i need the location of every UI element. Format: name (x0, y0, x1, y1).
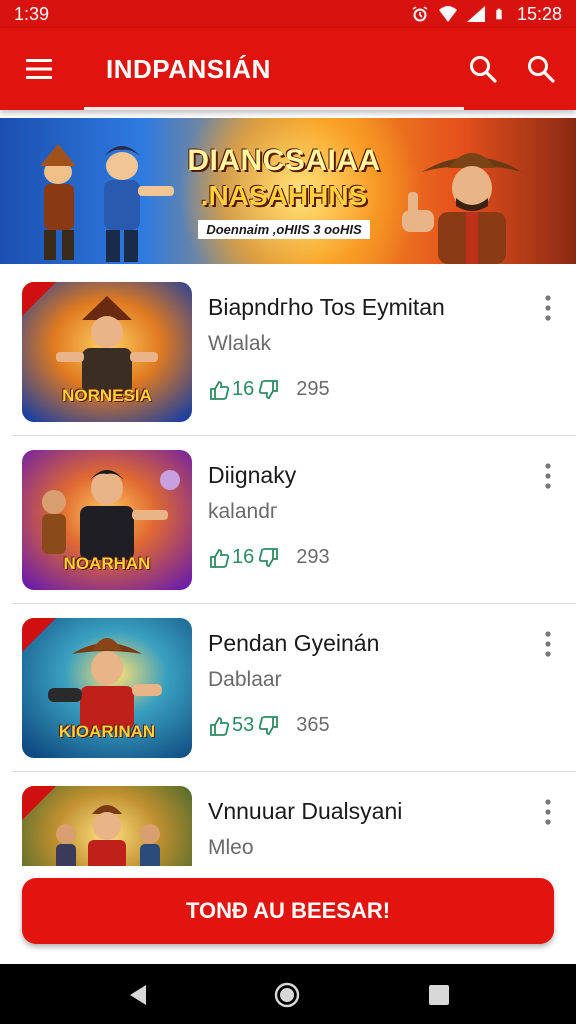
app-bar: INDPANSIÁN (0, 28, 576, 110)
game-stats: 16 295 (208, 378, 330, 401)
app-title: INDPANSIÁN (106, 54, 271, 84)
game-list-item[interactable]: NORNESIA Biapndгho Tos Eymitan Wlalak 16… (0, 268, 576, 436)
more-options-icon[interactable] (540, 798, 556, 826)
cta-button[interactable]: TONÐ AU BEESAR! (22, 878, 554, 944)
like-count: 16 (232, 546, 255, 568)
game-count: 293 (296, 546, 330, 568)
banner-line3: Doennaim ,oHIIS 3 ooHIS (198, 220, 370, 239)
status-bar: 1:39 15:28 (0, 0, 576, 28)
game-count: 365 (296, 714, 330, 736)
banner-line1: DIANCSAIAA (187, 144, 381, 177)
game-thumbnail[interactable]: NOARHAN (22, 450, 192, 590)
banner-heroes-illustration (40, 144, 174, 262)
status-time-left: 1:39 (14, 3, 50, 24)
game-title: Biapndгho Tos Eymitan (208, 294, 445, 320)
banner-line2: .NASAHHNS (200, 180, 368, 211)
search-icon[interactable] (466, 52, 500, 86)
thumbs-down-icon[interactable] (258, 547, 280, 569)
game-subtitle: Mleo (208, 836, 254, 859)
thumbs-up-icon[interactable] (208, 379, 230, 401)
like-count: 16 (232, 378, 255, 400)
recents-icon[interactable] (426, 982, 452, 1008)
game-thumbnail[interactable]: NORNESIA (22, 282, 192, 422)
game-stats: 53 365 (208, 714, 330, 737)
promo-banner[interactable]: DIANCSAIAA .NASAHHNS Doennaim ,oHIIS 3 o… (0, 118, 576, 264)
alarm-icon (412, 6, 428, 22)
search-icon[interactable] (524, 52, 558, 86)
game-title: Vnnuuar Dualsyani (208, 798, 403, 824)
game-stats: 16 293 (208, 546, 330, 569)
system-nav-bar (0, 964, 576, 1024)
banner-headline: DIANCSAIAA .NASAHHNS Doennaim ,oHIIS 3 o… (184, 144, 384, 239)
game-title: Diignaky (208, 462, 297, 488)
wifi-icon (438, 6, 457, 22)
title-underline (84, 107, 464, 110)
banner-cowboy-illustration (402, 153, 522, 264)
more-options-icon[interactable] (540, 294, 556, 322)
game-subtitle: kalandг (208, 500, 278, 523)
game-count: 295 (296, 378, 330, 400)
status-icons: 15:28 (411, 4, 562, 25)
menu-icon[interactable] (22, 52, 56, 86)
thumbnail-caption: NOARHAN (63, 554, 151, 573)
more-options-icon[interactable] (540, 462, 556, 490)
signal-icon (466, 6, 485, 22)
game-subtitle: Wlalak (208, 332, 272, 355)
game-list-item[interactable]: NOARHAN Diignaky kalandг 16 293 (0, 436, 576, 604)
home-icon[interactable] (274, 982, 300, 1008)
battery-icon (496, 8, 502, 20)
back-icon[interactable] (126, 982, 152, 1008)
like-count: 53 (232, 714, 255, 736)
thumbs-up-icon[interactable] (208, 547, 230, 569)
game-title: Pendan Gyeinán (208, 630, 380, 656)
thumbs-down-icon[interactable] (258, 715, 280, 737)
thumbs-down-icon[interactable] (258, 379, 280, 401)
game-thumbnail[interactable]: KIOARINAN (22, 618, 192, 758)
thumbnail-caption: KIOARINAN (58, 722, 156, 741)
more-options-icon[interactable] (540, 630, 556, 658)
thumbnail-caption: NORNESIA (62, 386, 152, 405)
game-list-item[interactable]: KIOARINAN Pendan Gyeinán Dablaar 53 365 (0, 604, 576, 772)
thumbs-up-icon[interactable] (208, 715, 230, 737)
status-time-right: 15:28 (516, 3, 562, 24)
cta-container: TONÐ AU BEESAR! (0, 866, 576, 964)
game-subtitle: Dablaar (208, 668, 282, 691)
